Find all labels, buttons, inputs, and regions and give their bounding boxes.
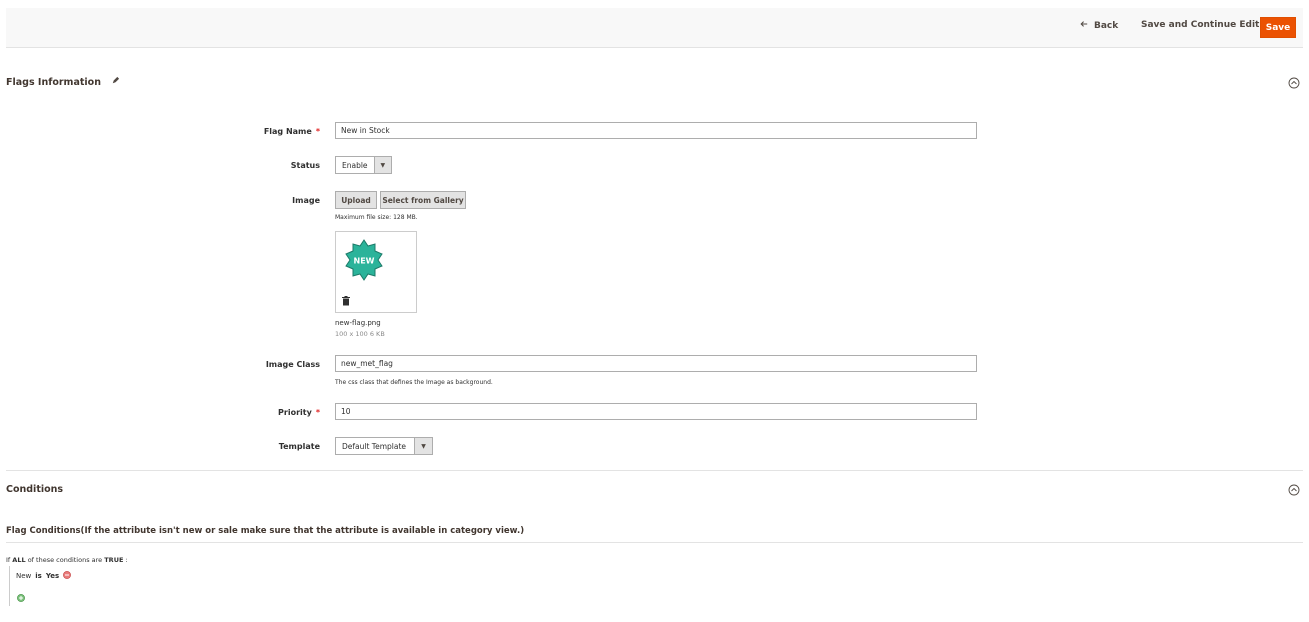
- back-button[interactable]: Back: [1080, 20, 1118, 31]
- back-label: Back: [1094, 20, 1119, 31]
- image-label: Image: [292, 196, 320, 205]
- chevron-down-icon: ▼: [373, 157, 391, 173]
- save-button[interactable]: Save: [1260, 17, 1296, 38]
- conditions-header[interactable]: Conditions: [6, 484, 63, 495]
- flag-name-label: Flag Name *: [263, 127, 320, 136]
- flag-name-input[interactable]: New in Stock: [335, 122, 977, 139]
- collapse-circle-icon[interactable]: [1288, 484, 1300, 496]
- image-file-name: new-flag.png: [335, 319, 381, 327]
- condition-rule: New is Yes: [16, 571, 72, 581]
- collapse-circle-icon[interactable]: [1288, 77, 1300, 89]
- trash-icon[interactable]: [342, 296, 350, 308]
- svg-text:NEW: NEW: [354, 257, 375, 266]
- status-label: Status: [290, 161, 320, 170]
- remove-circle-icon[interactable]: [63, 571, 72, 581]
- status-select[interactable]: Enable ▼: [335, 156, 392, 174]
- chevron-down-icon: ▼: [414, 438, 432, 454]
- image-class-label: Image Class: [265, 360, 320, 369]
- arrow-left-icon: [1080, 20, 1088, 31]
- rule-intro: If ALL of these conditions are TRUE :: [6, 556, 128, 564]
- image-file-meta: 100 x 100 6 KB: [335, 330, 385, 338]
- rule-operator[interactable]: is: [35, 572, 42, 580]
- image-class-input[interactable]: new_met_flag: [335, 355, 977, 372]
- priority-label: Priority *: [278, 408, 320, 417]
- section-title: Flags Information: [6, 76, 101, 88]
- value-toggle[interactable]: TRUE: [104, 556, 123, 564]
- flag-conditions-divider: [6, 542, 1303, 543]
- image-preview[interactable]: NEW: [335, 231, 417, 313]
- rule-value[interactable]: Yes: [46, 572, 59, 580]
- save-and-continue-button[interactable]: Save and Continue Edit: [1141, 20, 1259, 30]
- section-title: Conditions: [6, 484, 64, 495]
- status-select-value: Enable: [342, 160, 368, 170]
- aggregator-toggle[interactable]: ALL: [12, 556, 25, 564]
- new-badge-image: NEW: [345, 239, 383, 281]
- max-file-size-note: Maximum file size: 128 MB.: [335, 214, 418, 221]
- flag-conditions-title: Flag Conditions(If the attribute isn't n…: [6, 526, 525, 536]
- add-circle-icon[interactable]: [17, 594, 25, 604]
- template-select[interactable]: Default Template ▼: [335, 437, 433, 455]
- select-from-gallery-button[interactable]: Select from Gallery: [380, 191, 466, 209]
- flags-information-header[interactable]: Flags Information: [6, 76, 120, 88]
- pencil-icon: [111, 76, 120, 88]
- template-select-value: Default Template: [342, 441, 407, 451]
- priority-input[interactable]: 10: [335, 403, 977, 420]
- conditions-tree-line: [9, 566, 10, 606]
- rule-attribute: New: [16, 572, 32, 580]
- section-divider: [6, 470, 1303, 471]
- template-label: Template: [278, 442, 320, 451]
- image-class-note: The css class that defines the Image as …: [335, 379, 493, 386]
- upload-button[interactable]: Upload: [335, 191, 377, 209]
